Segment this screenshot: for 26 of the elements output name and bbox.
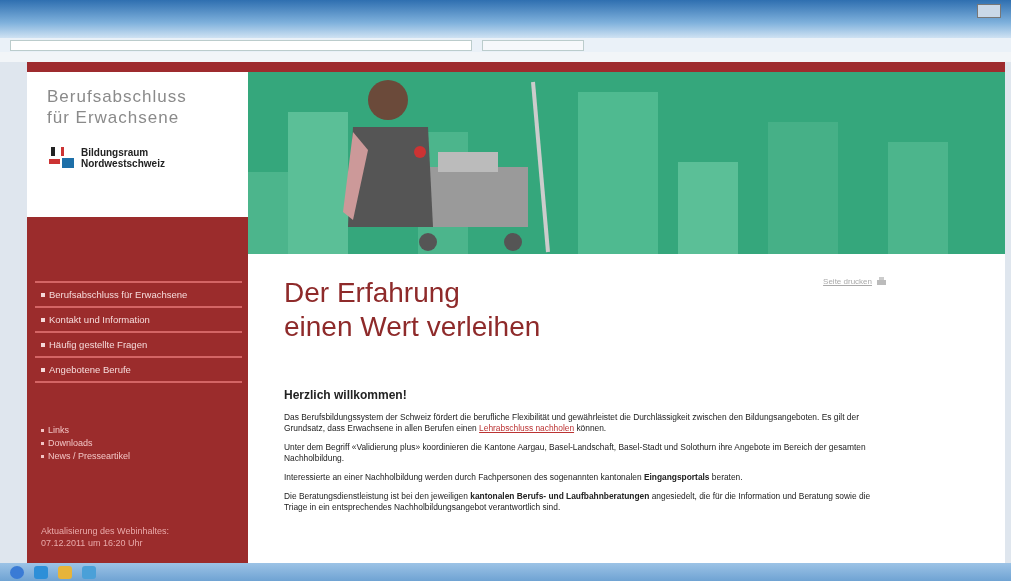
page-headline: Der Erfahrung	[284, 276, 460, 310]
body-paragraph: Unter dem Begriff «Validierung plus» koordinieren die Kantone Aargau, Basel-Landschaft, Basel-Stadt und Solothurn ihre Angebote im Bereich der gesamten Nachholbildung.	[284, 442, 867, 464]
secondary-link[interactable]: Links	[35, 425, 242, 435]
secondary-link[interactable]: Downloads	[35, 438, 242, 448]
site-title: für Erwachsene	[47, 107, 181, 128]
address-field[interactable]	[10, 39, 472, 51]
nav-link[interactable]: Häufig gestellte Fragen	[35, 333, 242, 358]
update-note: 07.12.2011 um 16:20 Uhr	[41, 537, 144, 549]
secondary-link[interactable]: News / Presseartikel	[35, 451, 242, 461]
window-controls-icon[interactable]	[977, 4, 1001, 18]
nav-link[interactable]: Angebotene Berufe	[35, 358, 242, 383]
nav-link[interactable]: Kontakt und Information	[35, 308, 242, 333]
logo-text: Nordwestschweiz	[81, 158, 165, 169]
site-title: Berufsabschluss	[47, 86, 188, 107]
page-headline: einen Wert verleihen	[284, 310, 541, 344]
printer-icon	[876, 276, 887, 287]
update-note: Aktualisierung des Webinhaltes:	[41, 525, 170, 537]
body-paragraph: Das Berufsbildungssystem der Schweiz fördert die berufliche Flexibilität und gewährleistet die Durchlässigkeit zwischen den Bildungsangeboten. Es gilt der Grundsatz, dass Erwachsene in allen Berufen einen Lehrabschluss nachholen können.	[284, 412, 860, 434]
body-paragraph: Interessierte an einer Nachholbildung werden durch Fachpersonen des sogenannten kantonalen Eingangsportals beraten.	[284, 472, 744, 483]
body-paragraph: Die Beratungsdienstleistung ist bei den jeweiligen kantonalen Berufs- und Laufbahnberatungen angesiedelt, die für die Information und Beratung sowie die Triage in ein entsprechendes Nachholbildungsangebot verantwortlich sind.	[284, 491, 872, 513]
browser-tab[interactable]	[482, 39, 584, 51]
logo-text: Bildungsraum	[81, 147, 149, 158]
welcome-heading: Herzlich willkommen!	[284, 388, 408, 402]
logo-icon	[49, 146, 75, 170]
nav-link[interactable]: Berufsabschluss für Erwachsene	[35, 283, 242, 308]
inline-link[interactable]: Lehrabschluss nachholen	[479, 423, 575, 433]
